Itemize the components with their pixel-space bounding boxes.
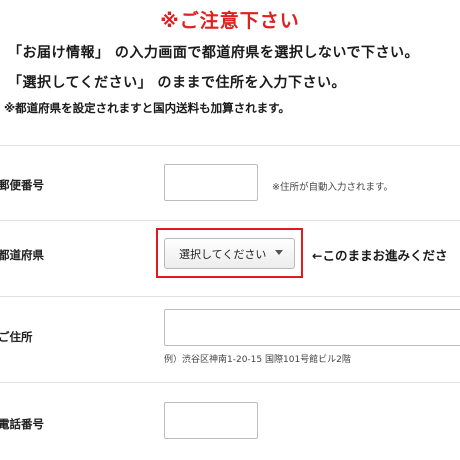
divider — [0, 145, 460, 146]
postal-code-hint: ※住所が自動入力されます。 — [272, 182, 394, 193]
prefecture-note: ←このままお進みくださ — [312, 248, 448, 263]
notice-line-1: 「お届け情報」 の入力画面で都道府県を選択しないで下さい。 — [8, 45, 419, 61]
prefecture-select-value: 選択してください — [179, 248, 267, 261]
address-label: ご住所 — [0, 330, 33, 344]
notice-line-3: ※都道府県を設定されますと国内送料も加算されます。 — [4, 101, 291, 115]
postal-code-label: 郵便番号 — [0, 178, 44, 192]
notice-title: ※ご注意下さい — [160, 10, 300, 32]
prefecture-select[interactable]: 選択してください — [164, 238, 295, 269]
notice-line-2: 「選択してください」 のままで住所を入力下さい。 — [8, 75, 347, 91]
divider — [0, 296, 460, 297]
prefecture-label: 都道府県 — [0, 248, 44, 262]
divider — [0, 220, 460, 221]
divider — [0, 382, 460, 383]
phone-input[interactable] — [164, 402, 258, 439]
phone-label: 電話番号 — [0, 417, 44, 431]
chevron-down-icon — [275, 250, 283, 255]
address-input[interactable] — [164, 309, 460, 346]
address-example: 例）渋谷区神南1-20-15 国際101号館ビル2階 — [164, 355, 351, 365]
postal-code-input[interactable] — [164, 164, 258, 201]
